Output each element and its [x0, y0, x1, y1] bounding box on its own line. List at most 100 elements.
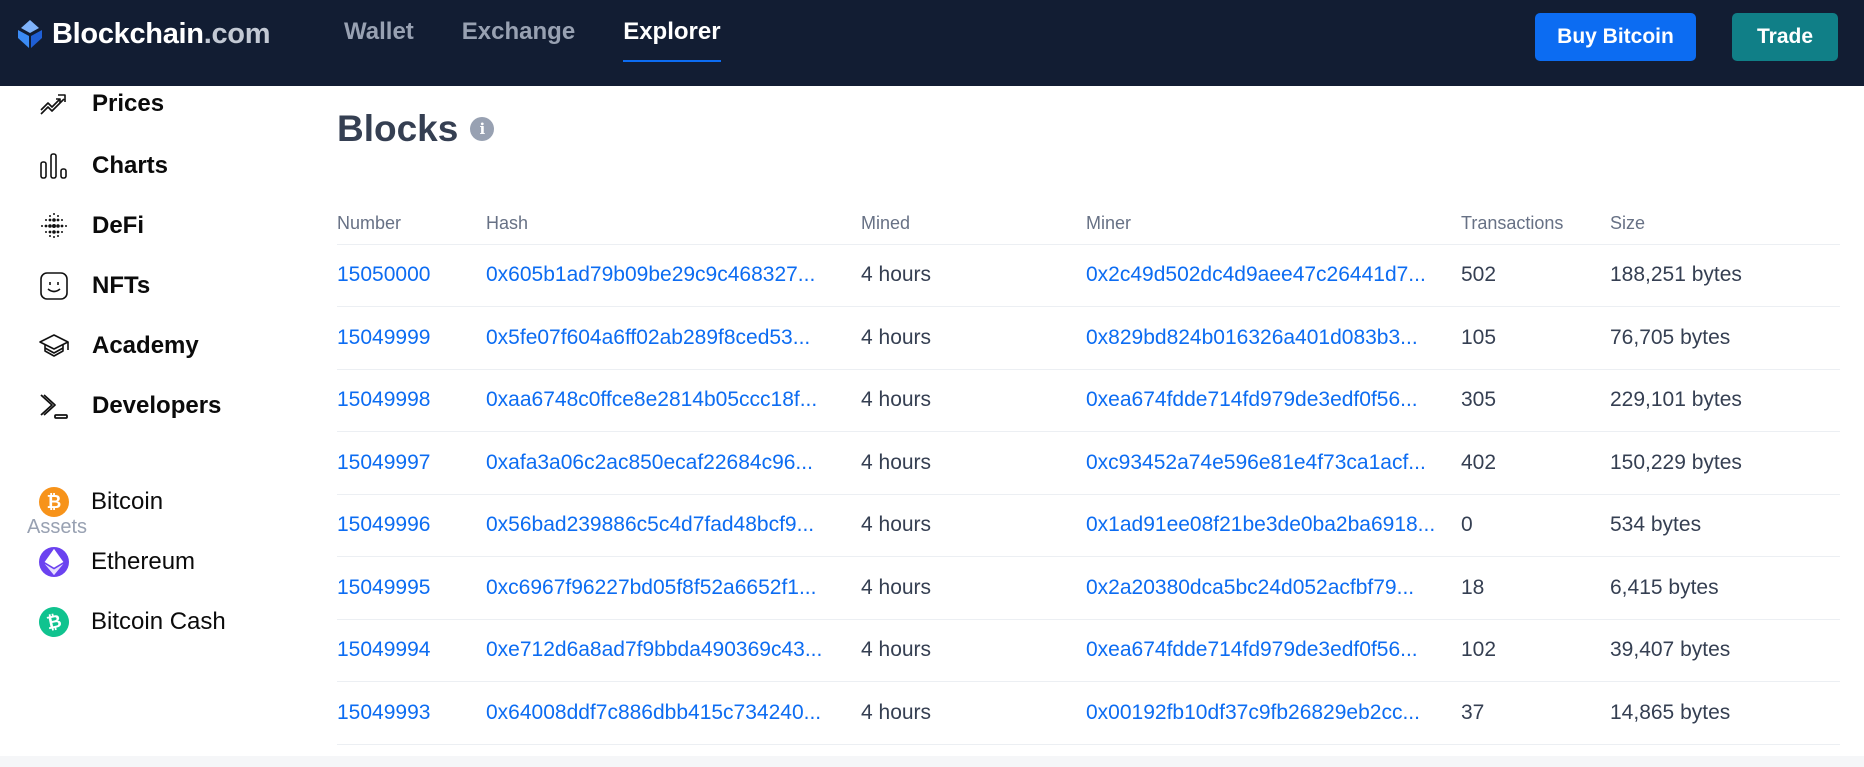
block-number-link-text[interactable]: 15050000 — [337, 263, 430, 286]
block-hash-link[interactable]: 0xc6967f96227bd05f8f52a6652f1... — [486, 556, 861, 620]
table-row: 15049999 0x5fe07f604a6ff02ab289f8ced53...… — [337, 306, 1840, 370]
ethereum-icon — [39, 544, 69, 580]
miner-address-link-text[interactable]: 0xc93452a74e596e81e4f73ca1acf... — [1086, 451, 1426, 475]
table-row: 15049997 0xafa3a06c2ac850ecaf22684c96... 4… — [337, 431, 1840, 495]
block-hash-link-text[interactable]: 0xe712d6a8ad7f9bbda490369c43... — [486, 638, 822, 662]
miner-address-link[interactable]: 0xea674fdde714fd979de3edf0f56... — [1086, 369, 1461, 432]
block-hash-link-text[interactable]: 0xaa6748c0ffce8e2814b05ccc18f... — [486, 388, 817, 412]
table-row: 15049995 0xc6967f96227bd05f8f52a6652f1...… — [337, 556, 1840, 620]
blocks-table: Number Hash Mined Miner Transactions Siz… — [337, 204, 1840, 745]
block-size-text: 150,229 bytes — [1610, 450, 1742, 474]
block-hash-link-text[interactable]: 0x56bad239886c5c4d7fad48bcf9... — [486, 513, 814, 537]
dots-grid-icon — [36, 208, 72, 244]
block-number-link-text[interactable]: 15049998 — [337, 388, 430, 411]
info-icon[interactable]: i — [470, 117, 495, 141]
sidebar-asset-bitcoin[interactable]: ₿ Bitcoin — [39, 482, 163, 522]
page-title-text: Blocks — [337, 108, 459, 149]
transaction-count: 37 — [1461, 681, 1610, 745]
column-header-mined[interactable]: Mined — [861, 204, 1086, 245]
mined-time: 4 hours — [861, 369, 1086, 432]
block-hash-link[interactable]: 0xaa6748c0ffce8e2814b05ccc18f... — [486, 369, 861, 432]
table-row: 15049993 0x64008ddf7c886dbb415c734240... 4… — [337, 681, 1840, 745]
sidebar-item-prices[interactable]: Prices — [36, 84, 164, 124]
mined-time-text: 4 hours — [861, 700, 932, 724]
block-size: 534 bytes — [1610, 494, 1840, 557]
block-number-link[interactable]: 15049993 — [337, 681, 486, 745]
block-hash-link-text[interactable]: 0xafa3a06c2ac850ecaf22684c96... — [486, 451, 813, 475]
block-number-link[interactable]: 15050000 — [337, 244, 486, 307]
sidebar-item-charts[interactable]: Charts — [36, 146, 168, 186]
sidebar-asset-ethereum[interactable]: Ethereum — [39, 542, 195, 582]
block-number-link[interactable]: 15049996 — [337, 494, 486, 557]
miner-address-link[interactable]: 0xc93452a74e596e81e4f73ca1acf... — [1086, 431, 1461, 495]
block-number-link-text[interactable]: 15049999 — [337, 326, 430, 349]
block-hash-link[interactable]: 0x56bad239886c5c4d7fad48bcf9... — [486, 494, 861, 557]
nav-explorer[interactable]: Explorer — [623, 18, 721, 62]
miner-address-link-text[interactable]: 0x00192fb10df37c9fb26829eb2cc... — [1086, 701, 1420, 725]
block-size: 39,407 bytes — [1610, 619, 1840, 682]
column-header-hash[interactable]: Hash — [486, 204, 861, 245]
miner-address-link[interactable]: 0xea674fdde714fd979de3edf0f56... — [1086, 619, 1461, 682]
block-number-link-text[interactable]: 15049993 — [337, 701, 430, 724]
sidebar-item-academy[interactable]: Academy — [36, 326, 199, 366]
nav-exchange[interactable]: Exchange — [462, 18, 575, 62]
miner-address-link[interactable]: 0x1ad91ee08f21be3de0ba2ba6918... — [1086, 494, 1461, 557]
block-number-link[interactable]: 15049997 — [337, 431, 486, 495]
block-number-link[interactable]: 15049999 — [337, 306, 486, 370]
column-header-number[interactable]: Number — [337, 204, 486, 245]
sidebar-item-defi[interactable]: DeFi — [36, 206, 144, 246]
block-number-link[interactable]: 15049995 — [337, 556, 486, 620]
table-row: 15049994 0xe712d6a8ad7f9bbda490369c43... 4… — [337, 619, 1840, 682]
block-size-text: 229,101 bytes — [1610, 388, 1742, 412]
sidebar-item-nfts[interactable]: NFTs — [36, 266, 150, 306]
sidebar: Prices Charts DeFi NFTs Academy Develope… — [0, 86, 300, 767]
transaction-count: 105 — [1461, 306, 1610, 370]
mined-time: 4 hours — [861, 306, 1086, 370]
transaction-count-text: 402 — [1461, 450, 1497, 474]
miner-address-link-text[interactable]: 0x2a20380dca5bc24d052acfbf79... — [1086, 576, 1414, 600]
block-number-link-text[interactable]: 15049996 — [337, 513, 430, 536]
miner-address-link[interactable]: 0x2a20380dca5bc24d052acfbf79... — [1086, 556, 1461, 620]
trade-button[interactable]: Trade — [1732, 13, 1838, 61]
transaction-count-text: 18 — [1461, 575, 1485, 599]
buy-bitcoin-button[interactable]: Buy Bitcoin — [1535, 13, 1696, 61]
block-number-link[interactable]: 15049998 — [337, 369, 486, 432]
bitcoin-cash-icon: ₿ — [36, 604, 72, 640]
nav-wallet[interactable]: Wallet — [344, 18, 414, 62]
block-hash-link[interactable]: 0x605b1ad79b09be29c9c468327... — [486, 244, 861, 307]
block-number-link-text[interactable]: 15049995 — [337, 576, 430, 599]
miner-address-link-text[interactable]: 0x2c49d502dc4d9aee47c26441d7... — [1086, 263, 1426, 287]
blockchain-logo[interactable]: Blockchain.com — [14, 14, 271, 54]
main-nav: Wallet Exchange Explorer — [344, 18, 721, 62]
trending-up-icon — [36, 86, 72, 122]
block-hash-link[interactable]: 0x5fe07f604a6ff02ab289f8ced53... — [486, 306, 861, 370]
sidebar-asset-bitcoin-cash[interactable]: ₿ Bitcoin Cash — [36, 602, 226, 642]
column-header-size[interactable]: Size — [1610, 204, 1840, 245]
block-hash-link-text[interactable]: 0x605b1ad79b09be29c9c468327... — [486, 263, 815, 287]
miner-address-link-text[interactable]: 0xea674fdde714fd979de3edf0f56... — [1086, 638, 1418, 662]
table-row: 15049998 0xaa6748c0ffce8e2814b05ccc18f...… — [337, 369, 1840, 432]
mined-time: 4 hours — [861, 619, 1086, 682]
miner-address-link[interactable]: 0x829bd824b016326a401d083b3... — [1086, 306, 1461, 370]
block-hash-link-text[interactable]: 0x64008ddf7c886dbb415c734240... — [486, 701, 821, 725]
block-number-link-text[interactable]: 15049997 — [337, 451, 430, 474]
page-bottom-edge — [0, 756, 1864, 767]
sidebar-item-developers[interactable]: Developers — [36, 386, 221, 426]
miner-address-link-text[interactable]: 0x829bd824b016326a401d083b3... — [1086, 326, 1418, 350]
miner-address-link-text[interactable]: 0x1ad91ee08f21be3de0ba2ba6918... — [1086, 513, 1435, 537]
block-hash-link-text[interactable]: 0xc6967f96227bd05f8f52a6652f1... — [486, 576, 816, 600]
block-number-link-text[interactable]: 15049994 — [337, 638, 430, 661]
column-header-miner[interactable]: Miner — [1086, 204, 1461, 245]
block-hash-link-text[interactable]: 0x5fe07f604a6ff02ab289f8ced53... — [486, 326, 810, 350]
block-hash-link[interactable]: 0xafa3a06c2ac850ecaf22684c96... — [486, 431, 861, 495]
block-size-text: 188,251 bytes — [1610, 263, 1742, 287]
miner-address-link[interactable]: 0x00192fb10df37c9fb26829eb2cc... — [1086, 681, 1461, 745]
logo-wordmark: Blockchain.com — [52, 17, 271, 50]
column-header-transactions[interactable]: Transactions — [1461, 204, 1610, 245]
mined-time: 4 hours — [861, 431, 1086, 495]
block-hash-link[interactable]: 0xe712d6a8ad7f9bbda490369c43... — [486, 619, 861, 682]
block-hash-link[interactable]: 0x64008ddf7c886dbb415c734240... — [486, 681, 861, 745]
miner-address-link[interactable]: 0x2c49d502dc4d9aee47c26441d7... — [1086, 244, 1461, 307]
block-number-link[interactable]: 15049994 — [337, 619, 486, 682]
miner-address-link-text[interactable]: 0xea674fdde714fd979de3edf0f56... — [1086, 388, 1418, 412]
